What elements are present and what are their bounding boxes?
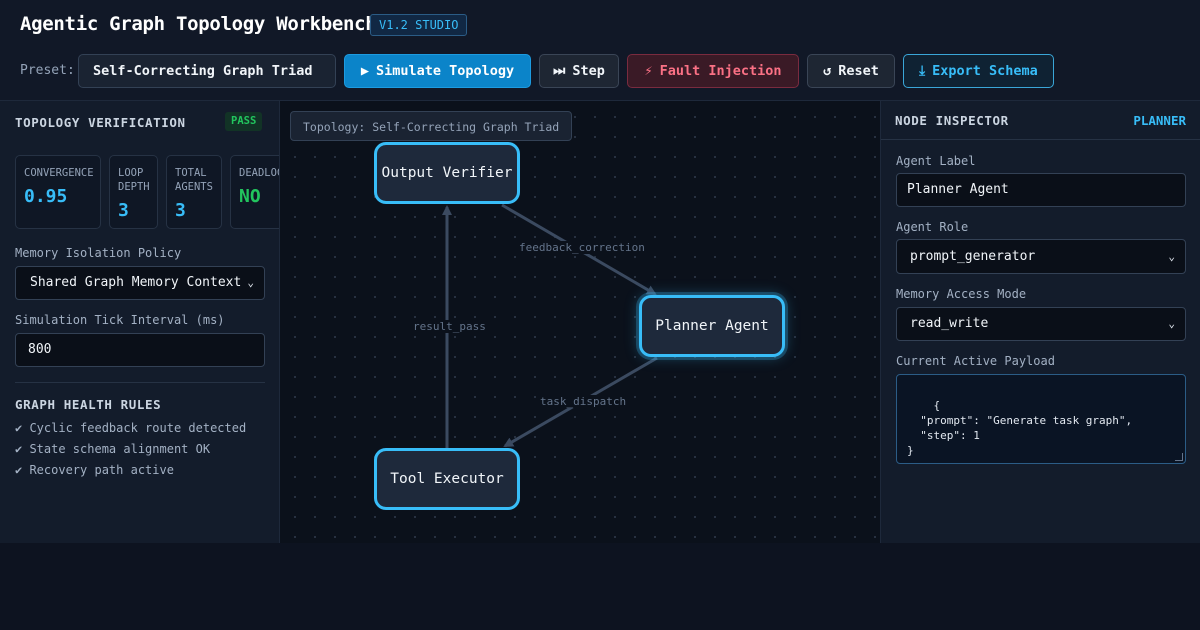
chevron-down-icon: ⌄ [247,276,254,289]
health-rules-title: GRAPH HEALTH RULES [15,397,162,412]
stat-card-total-agents: TOTAL AGENTS 3 [166,155,222,229]
stat-card-convergence: CONVERGENCE 0.95 [15,155,101,229]
graph-edges [442,203,658,449]
graph-canvas[interactable]: Topology: Self-Correcting Graph Triad fe… [280,101,880,543]
lightning-icon: ⚡ [644,63,653,79]
memory-policy-select[interactable]: Shared Graph Memory Context ⌄ [15,266,265,300]
edge-label-result: result_pass [411,320,488,333]
edge-label-feedback: feedback_correction [517,241,647,254]
inspector-title: NODE INSPECTOR [895,113,1009,128]
node-inspector-panel: NODE INSPECTOR PLANNER Agent Label Plann… [880,101,1200,543]
stat-label: TOTAL AGENTS [175,167,213,193]
preset-label: Preset: [20,63,75,78]
reset-button[interactable]: ↺ Reset [807,54,895,88]
empty-footer-area [0,543,1200,630]
agent-label-label: Agent Label [896,154,976,168]
resize-grip-icon[interactable] [1175,453,1183,461]
health-rule: ✔ State schema alignment OK [15,442,211,456]
fault-injection-button[interactable]: ⚡ Fault Injection [627,54,799,88]
simulate-topology-button[interactable]: ▶ Simulate Topology [344,54,531,88]
tick-interval-label: Simulation Tick Interval (ms) [15,313,225,327]
step-label: Step [572,63,605,79]
stat-label: LOOP DEPTH [118,167,150,193]
memory-mode-value: read_write [910,316,989,331]
payload-text: { "prompt": "Generate task graph", "step… [907,399,1133,457]
chevron-down-icon: ⌄ [1168,317,1175,330]
node-planner-agent[interactable]: Planner Agent [639,295,785,357]
topology-label: Topology: Self-Correcting Graph Triad [290,111,573,141]
stat-value: 0.95 [24,186,68,207]
export-schema-label: Export Schema [932,63,1038,79]
simulate-topology-label: Simulate Topology [375,63,515,79]
download-icon: ⤓ [919,63,926,79]
app-title: Agentic Graph Topology Workbench [20,13,377,35]
fault-injection-label: Fault Injection [659,63,782,79]
chevron-down-icon: ⌄ [1168,250,1175,263]
agent-role-value: prompt_generator [910,249,1036,264]
agent-label-input[interactable]: Planner Agent [896,173,1186,207]
app-header: Agentic Graph Topology Workbench V1.2 ST… [0,0,1200,101]
stat-card-loop-depth: LOOP DEPTH 3 [109,155,158,229]
selected-node-name: PLANNER [1133,113,1186,128]
stat-card-deadlock: DEADLOCK NO [230,155,279,229]
stat-value: 3 [118,200,129,221]
status-badge: PASS [225,112,263,131]
preset-select[interactable]: Self-Correcting Graph Triad [78,54,336,88]
payload-textarea[interactable]: { "prompt": "Generate task graph", "step… [896,374,1186,464]
verification-panel: TOPOLOGY VERIFICATION PASS CONVERGENCE 0… [0,101,280,543]
memory-policy-value: Shared Graph Memory Context [30,275,242,290]
agent-role-label: Agent Role [896,220,969,234]
reset-label: Reset [838,63,879,79]
divider [15,382,265,383]
agent-role-select[interactable]: prompt_generator ⌄ [896,239,1186,274]
edge-label-dispatch: task_dispatch [538,395,629,408]
reset-icon: ↺ [823,63,832,79]
health-rule: ✔ Cyclic feedback route detected [15,421,247,435]
stat-label: DEADLOCK [239,167,279,179]
memory-policy-label: Memory Isolation Policy [15,246,182,260]
health-rule: ✔ Recovery path active [15,463,174,477]
payload-label: Current Active Payload [896,354,1055,368]
stat-label: CONVERGENCE [24,167,94,179]
node-tool-executor[interactable]: Tool Executor [374,448,520,510]
memory-mode-label: Memory Access Mode [896,287,1027,301]
inspector-header: NODE INSPECTOR PLANNER [881,101,1200,140]
memory-mode-select[interactable]: read_write ⌄ [896,307,1186,341]
play-icon: ▶ [360,63,369,79]
stat-value: NO [239,186,261,207]
step-icon: ⏭ [553,63,566,79]
export-schema-button[interactable]: ⤓ Export Schema [903,54,1054,88]
verification-title: TOPOLOGY VERIFICATION [15,115,186,130]
version-badge: V1.2 STUDIO [370,14,468,36]
node-output-verifier[interactable]: Output Verifier [374,142,520,204]
step-button[interactable]: ⏭ Step [539,54,619,88]
tick-interval-input[interactable]: 800 [15,333,265,367]
stat-value: 3 [175,200,186,221]
